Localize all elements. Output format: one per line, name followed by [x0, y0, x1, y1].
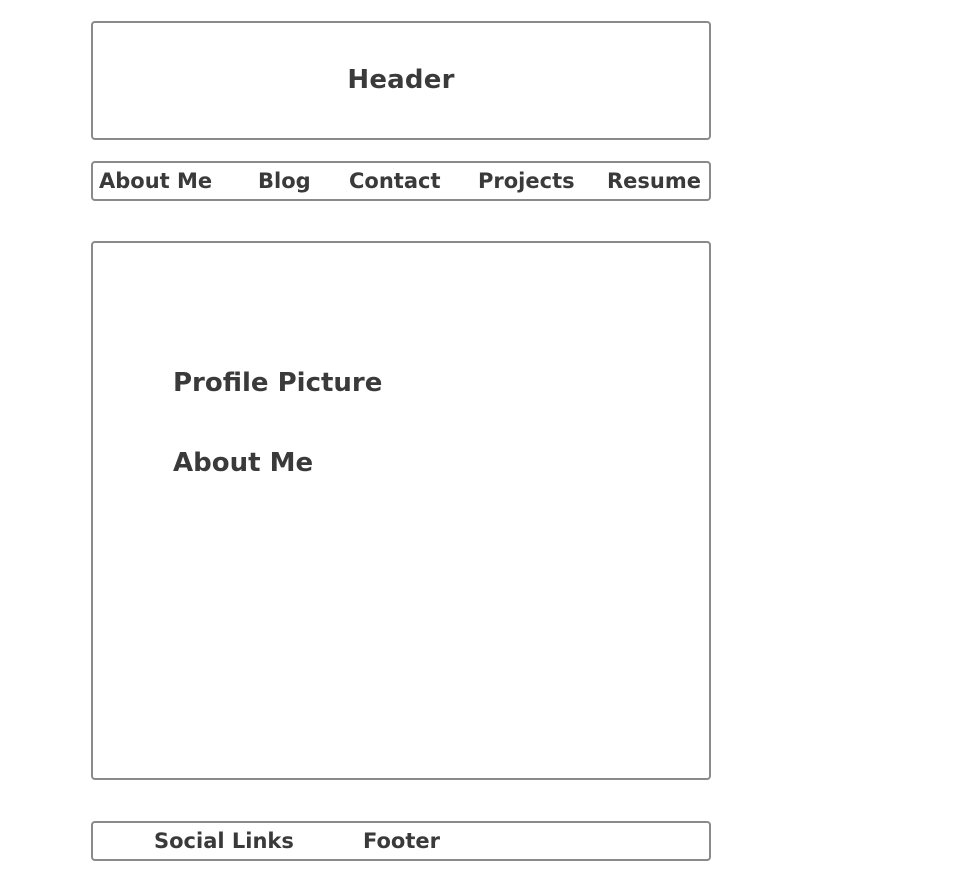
about-me-label: About Me — [173, 448, 314, 478]
nav-bar: About Me Blog Contact Projects Resume — [91, 161, 711, 201]
nav-item-projects[interactable]: Projects — [478, 163, 575, 199]
nav-item-contact[interactable]: Contact — [349, 163, 441, 199]
main-content-box: Profile Picture About Me — [91, 241, 711, 780]
header-box: Header — [91, 21, 711, 140]
header-title: Header — [347, 64, 455, 95]
nav-item-about-me[interactable]: About Me — [99, 163, 212, 199]
footer-box: Social Links Footer — [91, 821, 711, 861]
social-links-label[interactable]: Social Links — [154, 823, 294, 859]
footer-label: Footer — [363, 829, 440, 853]
nav-item-resume[interactable]: Resume — [607, 163, 701, 199]
profile-picture-label: Profile Picture — [173, 368, 383, 398]
nav-item-blog[interactable]: Blog — [258, 163, 311, 199]
